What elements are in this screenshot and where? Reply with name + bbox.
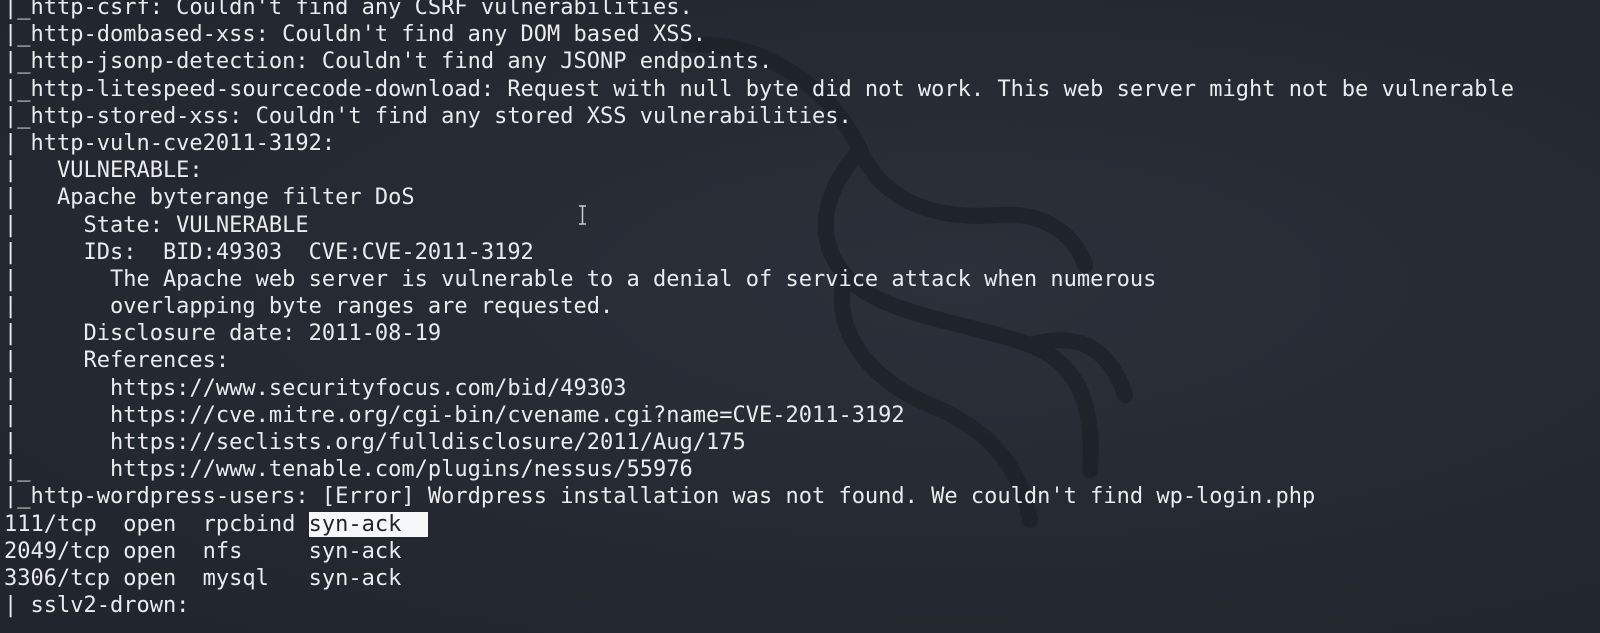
terminal-window[interactable]: |_http-csrf: Couldn't find any CSRF vuln…	[0, 0, 1600, 633]
output-line: | https://www.securityfocus.com/bid/4930…	[4, 375, 627, 401]
output-line: | https://cve.mitre.org/cgi-bin/cvename.…	[4, 402, 905, 428]
text-selection[interactable]: syn-ack	[308, 511, 428, 537]
output-line: | State: VULNERABLE	[4, 212, 309, 238]
output-line: | Disclosure date: 2011-08-19	[4, 321, 442, 347]
output-line: |_ https://www.tenable.com/plugins/nessu…	[4, 457, 693, 483]
output-line: |_http-jsonp-detection: Couldn't find an…	[4, 49, 773, 75]
output-line: | VULNERABLE:	[4, 158, 203, 184]
output-line: |_http-stored-xss: Couldn't find any sto…	[4, 103, 852, 129]
output-line: |_http-wordpress-users: [Error] Wordpres…	[4, 484, 1316, 510]
port-line-prefix: 111/tcp open rpcbind	[4, 511, 309, 537]
output-line: 2049/tcp open nfs syn-ack	[4, 538, 402, 564]
output-line: | sslv2-drown:	[4, 593, 190, 619]
output-line: | The Apache web server is vulnerable to…	[4, 266, 1157, 292]
output-line: 3306/tcp open mysql syn-ack	[4, 565, 402, 591]
output-line-selected[interactable]: 111/tcp open rpcbind syn-ack	[4, 511, 1514, 538]
terminal-output[interactable]: |_http-csrf: Couldn't find any CSRF vuln…	[4, 0, 1514, 619]
output-line: |_http-litespeed-sourcecode-download: Re…	[4, 76, 1514, 102]
output-line: | overlapping byte ranges are requested.	[4, 294, 614, 320]
output-line: |_http-dombased-xss: Couldn't find any D…	[4, 22, 706, 48]
output-line: | http-vuln-cve2011-3192:	[4, 130, 336, 156]
output-line: | IDs: BID:49303 CVE:CVE-2011-3192	[4, 239, 534, 265]
output-line: | References:	[4, 348, 230, 374]
output-line: | https://seclists.org/fulldisclosure/20…	[4, 430, 746, 455]
output-line: |_http-csrf: Couldn't find any CSRF vuln…	[4, 0, 693, 20]
output-line: | Apache byterange filter DoS	[4, 185, 415, 211]
